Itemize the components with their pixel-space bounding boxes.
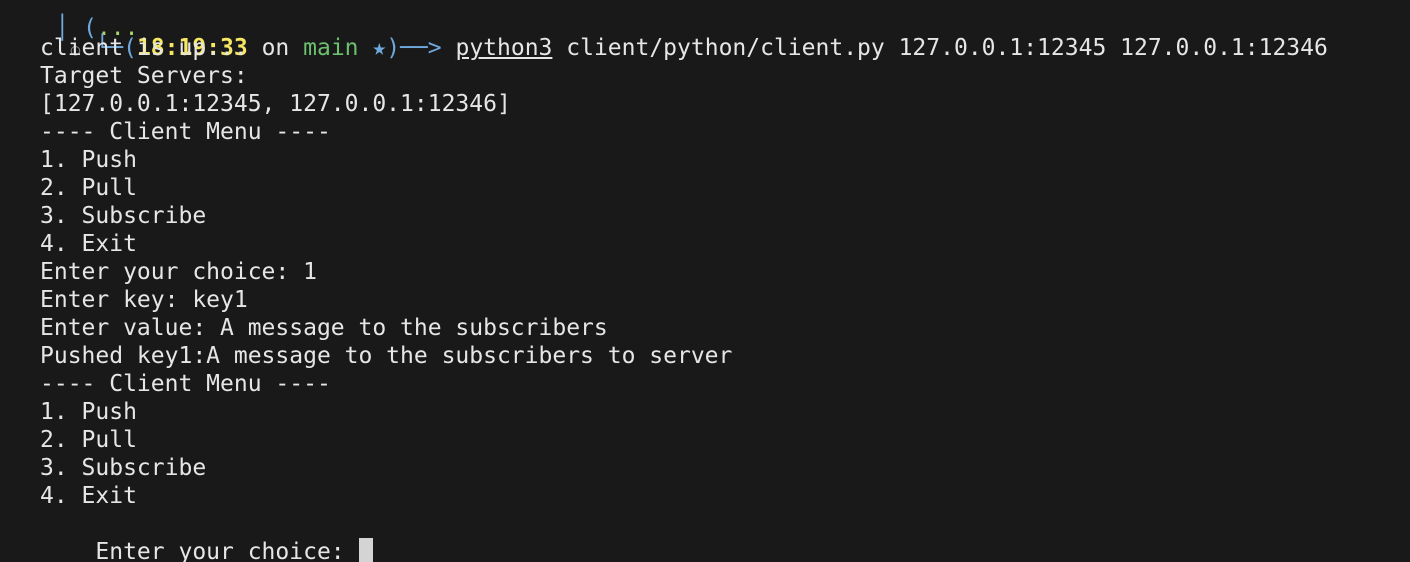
command-args: client/python/client.py 127.0.0.1:12345 … [552, 35, 1328, 61]
output-line: client is up... [40, 35, 248, 61]
output-line: Target Servers: [40, 63, 248, 89]
output-line: 2. Pull [40, 427, 137, 453]
text-cursor[interactable] [358, 538, 373, 562]
output-line: Enter value: A message to the subscriber… [40, 315, 608, 341]
command-name: python3 [455, 35, 553, 61]
git-branch: main [303, 35, 359, 61]
output-line: ---- Client Menu ---- [40, 119, 331, 145]
output-line: ---- Client Menu ---- [40, 371, 331, 397]
terminal-window[interactable]: │ (... ○ └─(18:19:33 on main ★)──> python… [0, 0, 1410, 562]
input-prompt: Enter your choice: [95, 539, 359, 562]
prompt-line: ○ └─(18:19:33 on main ★)──> python3 clien… [0, 6, 1328, 61]
output-line: 3. Subscribe [40, 455, 207, 481]
prompt-close-paren: ) [386, 35, 401, 61]
output-line: 2. Pull [40, 175, 137, 201]
output-line: 1. Push [40, 147, 137, 173]
prompt-on: on [247, 35, 304, 61]
input-line[interactable]: Enter your choice: [40, 510, 373, 562]
output-line: Enter your choice: 1 [40, 259, 317, 285]
output-line: 3. Subscribe [40, 203, 207, 229]
dirty-star-icon: ★ [358, 35, 387, 61]
output-line: [127.0.0.1:12345, 127.0.0.1:12346] [40, 91, 511, 117]
output-line: 4. Exit [40, 483, 137, 509]
output-line: Enter key: key1 [40, 287, 248, 313]
output-line: 4. Exit [40, 231, 137, 257]
output-line: 1. Push [40, 399, 137, 425]
prompt-arrow: ──> [400, 35, 456, 61]
output-line: Pushed key1:A message to the subscribers… [40, 343, 733, 369]
